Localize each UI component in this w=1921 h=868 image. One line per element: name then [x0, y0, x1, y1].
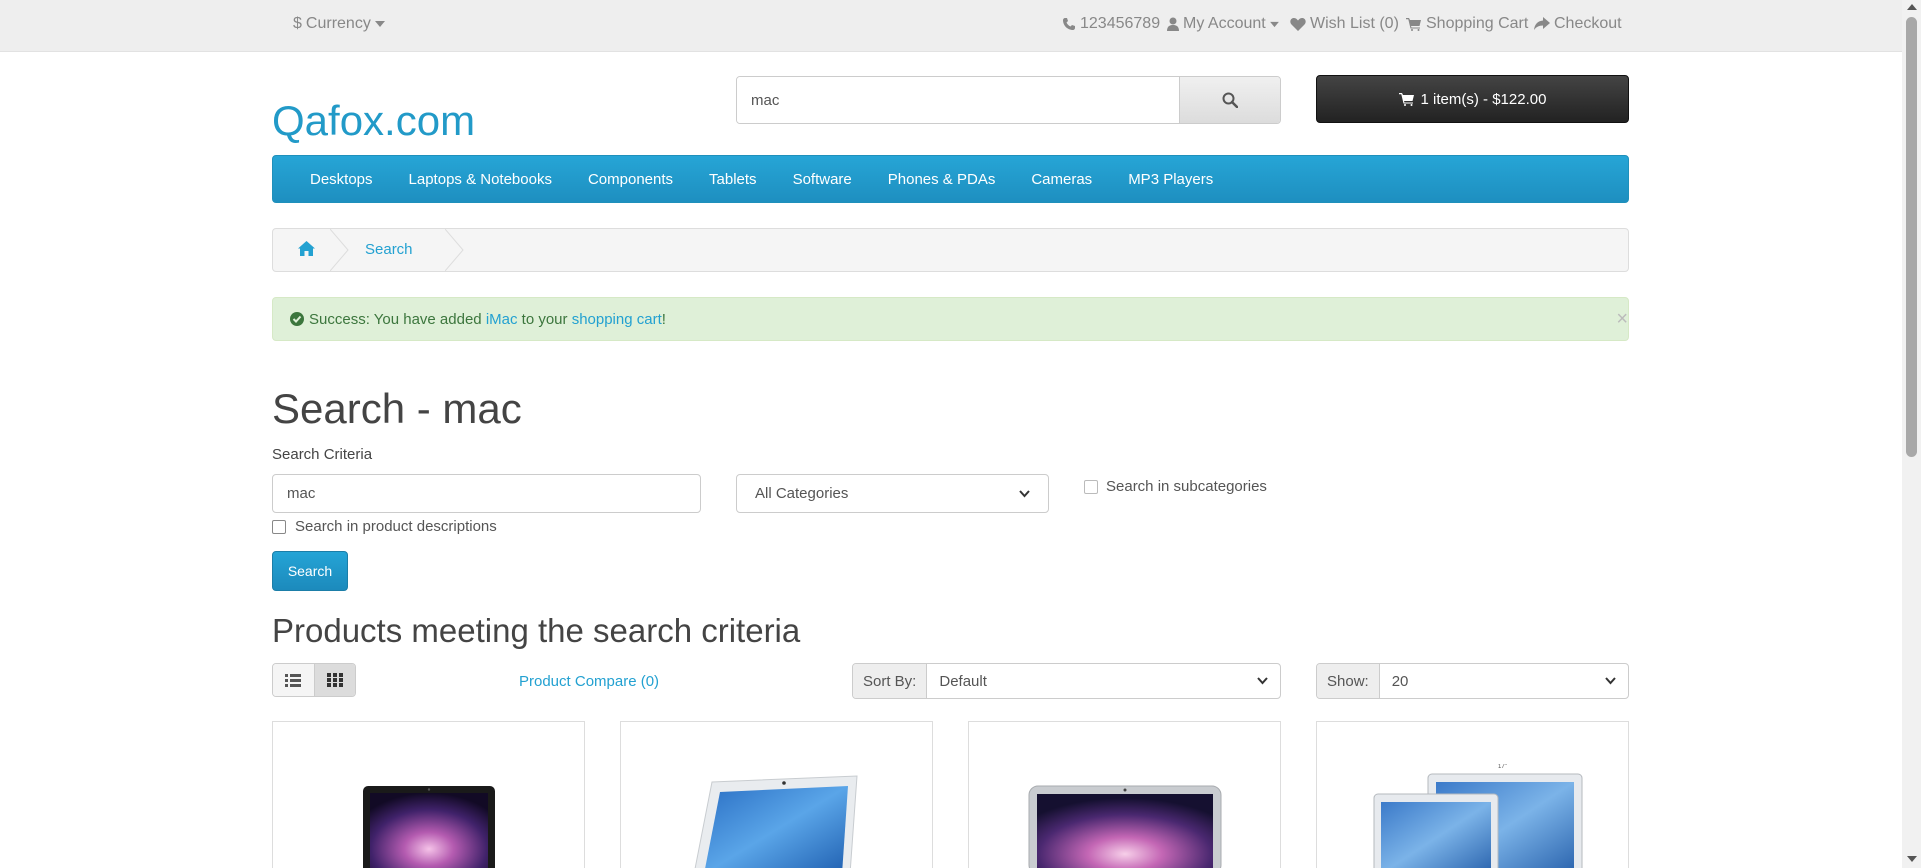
alert-text-middle: to your [517, 310, 572, 328]
scroll-up-icon[interactable] [1907, 4, 1917, 10]
page-scrollbar[interactable] [1902, 0, 1921, 868]
show-value: 20 [1391, 672, 1409, 690]
sort-by-select[interactable]: Default [927, 664, 1280, 698]
alert-text-prefix: Success: You have added [309, 310, 486, 328]
descriptions-checkbox[interactable] [272, 519, 286, 534]
product-image[interactable] [361, 784, 497, 868]
close-icon[interactable]: × [1616, 308, 1628, 331]
show-group: Show: 20 [1316, 663, 1629, 699]
scroll-thumb[interactable] [1906, 17, 1917, 457]
top-bar: $ Currency 123456789 My Account Wish Lis… [0, 0, 1902, 52]
breadcrumb-separator [330, 229, 349, 271]
heart-icon [1290, 17, 1306, 31]
category-select[interactable]: All Categories [736, 474, 1049, 513]
breadcrumb: Search [272, 228, 1629, 272]
main-menu: Desktops Laptops & Notebooks Components … [272, 155, 1629, 203]
menu-item-mp3-players[interactable]: MP3 Players [1128, 171, 1213, 188]
product-card[interactable] [968, 721, 1281, 868]
currency-label: Currency [305, 15, 371, 32]
subcategories-checkbox[interactable] [1084, 479, 1098, 494]
list-view-button[interactable] [273, 664, 314, 696]
check-circle-icon [290, 312, 304, 326]
menu-item-components[interactable]: Components [588, 171, 673, 188]
search-criteria-label: Search Criteria [272, 446, 373, 463]
product-image[interactable] [1027, 784, 1223, 868]
menu-item-laptops[interactable]: Laptops & Notebooks [409, 171, 552, 188]
menu-item-cameras[interactable]: Cameras [1031, 171, 1092, 188]
alert-cart-link[interactable]: shopping cart [572, 311, 662, 328]
list-icon [285, 673, 302, 687]
user-icon [1167, 17, 1179, 31]
breadcrumb-separator [445, 229, 464, 271]
header-search [736, 76, 1281, 124]
product-card[interactable] [620, 721, 933, 868]
page-title: Search - mac [272, 385, 522, 432]
shopping-cart-label: Shopping Cart [1426, 15, 1529, 32]
checkout-label: Checkout [1554, 15, 1622, 32]
show-select[interactable]: 20 [1380, 664, 1628, 698]
descriptions-label: Search in product descriptions [295, 518, 497, 535]
caret-down-icon [374, 21, 385, 27]
sort-by-value: Default [939, 672, 987, 690]
wish-list-label: Wish List (0) [1310, 15, 1399, 32]
search-criteria-input[interactable] [272, 474, 701, 513]
breadcrumb-search[interactable]: Search [365, 241, 413, 258]
wish-list-link[interactable]: Wish List (0) [1290, 15, 1399, 33]
search-submit-button[interactable]: Search [272, 551, 348, 591]
scroll-down-icon[interactable] [1907, 856, 1917, 862]
shopping-cart-icon [1398, 93, 1414, 106]
caret-down-icon [1269, 21, 1279, 27]
phone-link[interactable]: 123456789 [1062, 15, 1160, 33]
success-alert: Success: You have added iMac to your sho… [272, 297, 1629, 341]
chevron-down-icon [1019, 489, 1030, 497]
chevron-down-icon [1257, 677, 1268, 685]
category-selected-value: All Categories [755, 485, 849, 502]
logo[interactable]: Qafox.com [272, 97, 475, 145]
menu-item-phones[interactable]: Phones & PDAs [888, 171, 996, 188]
my-account-dropdown[interactable]: My Account [1167, 15, 1279, 33]
phone-number: 123456789 [1080, 15, 1161, 32]
results-heading: Products meeting the search criteria [272, 612, 801, 649]
product-card[interactable]: 17" [1316, 721, 1629, 868]
subcategories-option: Search in subcategories [1084, 478, 1267, 495]
chevron-down-icon [1605, 677, 1616, 685]
menu-item-software[interactable]: Software [793, 171, 852, 188]
menu-item-desktops[interactable]: Desktops [310, 171, 373, 188]
alert-text-suffix: ! [661, 310, 666, 328]
product-card[interactable] [272, 721, 585, 868]
view-toggle [272, 663, 356, 697]
sort-by-label: Sort By: [853, 664, 928, 698]
svg-text:17": 17" [1498, 764, 1507, 770]
phone-icon [1063, 18, 1075, 30]
cart-total-button[interactable]: 1 item(s) - $122.00 [1316, 75, 1629, 123]
my-account-label: My Account [1183, 15, 1266, 32]
currency-dropdown[interactable]: $ Currency [293, 15, 385, 33]
alert-product-link[interactable]: iMac [486, 311, 518, 328]
sort-by-group: Sort By: Default [852, 663, 1281, 699]
subcategories-label: Search in subcategories [1106, 478, 1267, 495]
product-image[interactable] [692, 774, 862, 868]
search-button[interactable] [1179, 77, 1280, 123]
cart-total-label: 1 item(s) - $122.00 [1420, 90, 1547, 108]
menu-item-tablets[interactable]: Tablets [709, 171, 757, 188]
grid-view-button[interactable] [313, 664, 355, 696]
product-image[interactable]: 17" [1358, 764, 1588, 868]
search-icon [1222, 92, 1238, 108]
share-icon [1534, 17, 1550, 30]
home-icon[interactable] [298, 241, 315, 256]
dollar-icon: $ [293, 15, 302, 32]
grid-icon [326, 673, 343, 687]
product-compare-link[interactable]: Product Compare (0) [519, 673, 659, 690]
show-label: Show: [1317, 664, 1380, 698]
checkout-link[interactable]: Checkout [1534, 15, 1622, 33]
shopping-cart-link[interactable]: Shopping Cart [1406, 15, 1528, 33]
descriptions-option: Search in product descriptions [272, 518, 497, 535]
search-input[interactable] [737, 77, 1179, 123]
shopping-cart-icon [1406, 18, 1421, 31]
